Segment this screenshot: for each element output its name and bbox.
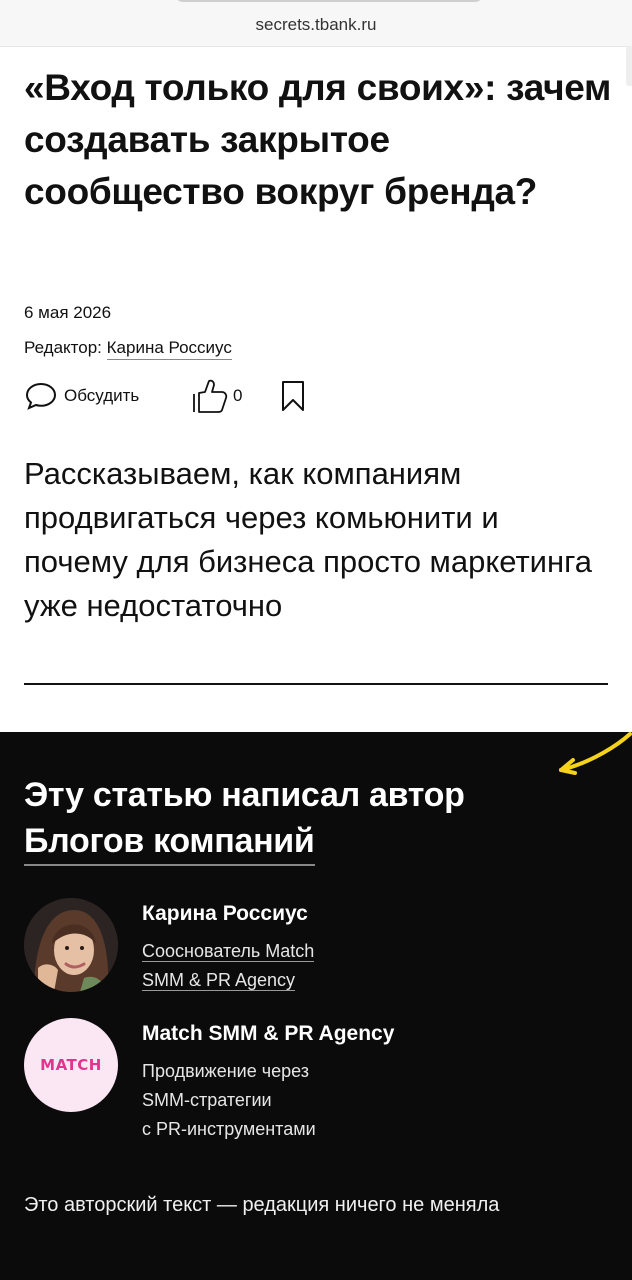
author-role-line1[interactable]: Сооснователь Match: [142, 941, 315, 962]
editor-label: Редактор:: [24, 338, 102, 357]
like-count: 0: [233, 386, 243, 405]
like-icon: [193, 379, 228, 413]
company-description: Продвижение через SMM-стратегии с PR-инс…: [142, 1057, 316, 1144]
author-role-line2[interactable]: SMM & PR Agency: [142, 970, 296, 991]
author-avatar[interactable]: [24, 898, 118, 992]
company-desc-line2: SMM-стратегии: [142, 1090, 272, 1110]
company-logo-text: MATCH: [40, 1056, 102, 1074]
bookmark-icon: [282, 381, 304, 411]
article-date: 6 мая 2026: [24, 303, 112, 322]
arrow-doodle-icon: [559, 732, 632, 775]
like-button[interactable]: 0: [190, 378, 242, 414]
company-desc-line3: с PR-инструментами: [142, 1119, 316, 1139]
author-role: Сооснователь Match SMM & PR Agency: [142, 937, 315, 995]
company-desc-line1: Продвижение через: [142, 1061, 310, 1081]
company-name[interactable]: Match SMM & PR Agency: [142, 1022, 394, 1046]
author-note: Это авторский текст — редакция ничего не…: [24, 1194, 500, 1216]
url-text[interactable]: secrets.tbank.ru: [0, 15, 632, 35]
article-lead: Рассказываем, как компаниям продвигаться…: [24, 456, 592, 623]
author-block: Эту статью написал автор Блогов компаний…: [0, 732, 632, 1280]
browser-address-bar[interactable]: secrets.tbank.ru: [0, 0, 632, 47]
author-block-link[interactable]: Блогов компаний: [24, 822, 315, 866]
article-title: «Вход только для своих»: зачем создавать…: [24, 67, 612, 212]
comment-icon: [25, 382, 57, 410]
author-block-title-line1: Эту статью написал автор: [24, 776, 465, 814]
author-block-title: Эту статью написал автор Блогов компаний: [24, 772, 465, 866]
divider: [24, 683, 608, 685]
browser-top-handle: [175, 0, 483, 2]
discuss-label: Обсудить: [64, 386, 140, 405]
bookmark-button[interactable]: [280, 378, 306, 414]
company-logo[interactable]: MATCH: [24, 1018, 118, 1112]
article-editor: Редактор: Карина Россиус: [24, 338, 232, 360]
article-actions: Обсудить 0: [24, 378, 344, 414]
author-name[interactable]: Карина Россиус: [142, 902, 308, 926]
scroll-indicator: [626, 46, 632, 86]
discuss-button[interactable]: Обсудить: [24, 378, 139, 414]
editor-link[interactable]: Карина Россиус: [106, 338, 232, 360]
